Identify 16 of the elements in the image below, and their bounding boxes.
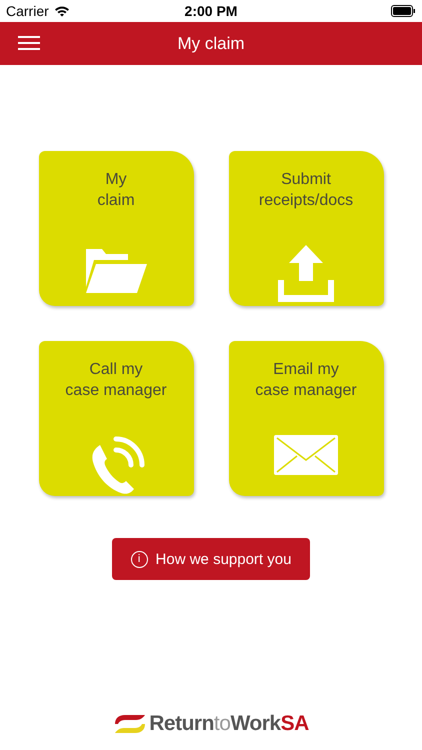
menu-tile[interactable]: My claim: [38, 151, 194, 306]
header-title: My claim: [177, 34, 245, 54]
upload-icon: [277, 245, 335, 303]
clock-time: 2:00 PM: [184, 3, 238, 19]
menu-tile[interactable]: Call my case manager: [38, 341, 194, 496]
info-icon: i: [130, 550, 148, 568]
envelope-icon: [274, 435, 338, 475]
menu-tile[interactable]: Submit receipts/docs: [228, 151, 384, 306]
support-button[interactable]: i How we support you: [112, 538, 310, 580]
battery-icon: [390, 5, 416, 17]
carrier-label: Carrier: [6, 3, 49, 19]
menu-tile[interactable]: Email my case manager: [228, 341, 384, 496]
menu-icon[interactable]: [18, 34, 40, 52]
logo-wordmark: ReturntoWorkSA: [149, 712, 309, 736]
logo-swoosh-icon: [113, 714, 148, 734]
wifi-icon: [54, 5, 70, 17]
